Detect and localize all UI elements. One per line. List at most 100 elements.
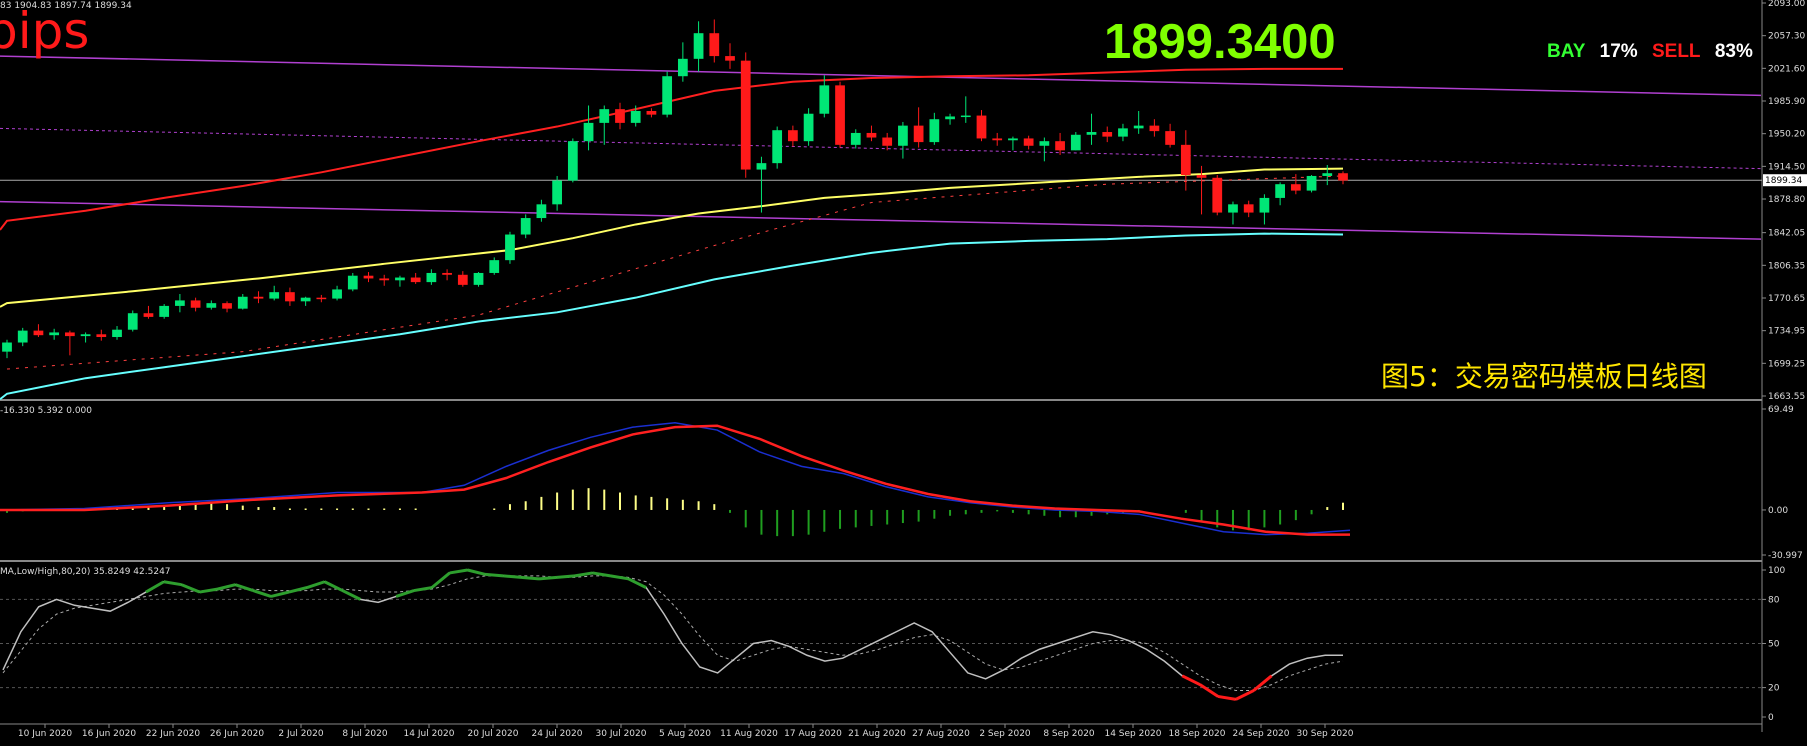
time-tick-label: 17 Aug 2020	[784, 729, 842, 739]
time-tick-label: 18 Sep 2020	[1168, 729, 1225, 739]
stoch-tick-label: 80	[1768, 595, 1780, 605]
candle-body	[850, 132, 861, 145]
macd-tick-label: -30.997	[1768, 551, 1803, 561]
candle-body	[347, 275, 358, 290]
candle-body	[1290, 184, 1301, 191]
candle-body	[1165, 131, 1175, 145]
stoch-tick-label: 50	[1768, 640, 1780, 650]
price-tick-label: 1734.95	[1768, 327, 1805, 337]
candle-body	[442, 272, 452, 275]
candle-body	[2, 342, 12, 352]
time-tick-label: 8 Sep 2020	[1043, 729, 1095, 739]
last-price-tag-label: 1899.34	[1765, 176, 1802, 186]
candle-body	[410, 277, 421, 283]
candle-body	[1055, 141, 1065, 151]
candle-body	[960, 115, 971, 118]
candle-body	[159, 305, 170, 317]
candle-body	[96, 334, 107, 338]
candle-body	[740, 60, 751, 170]
time-tick-label: 14 Sep 2020	[1104, 729, 1161, 739]
time-tick-label: 30 Jul 2020	[596, 729, 647, 739]
price-tick-label: 1878.80	[1768, 195, 1805, 205]
candle-body	[316, 297, 327, 300]
candle-body	[646, 110, 657, 115]
candle-body	[615, 109, 625, 123]
candle-body	[945, 116, 955, 120]
candle-body	[693, 33, 704, 59]
time-tick-label: 20 Jul 2020	[468, 729, 519, 739]
stoch-tick-label: 0	[1768, 713, 1774, 723]
macd-tick-label: 69.49	[1768, 405, 1794, 415]
stoch-zone-segment	[503, 574, 522, 579]
price-tick-label: 1914.50	[1768, 162, 1805, 172]
time-tick-label: 16 Jun 2020	[82, 729, 136, 739]
time-tick-label: 11 Aug 2020	[720, 729, 778, 739]
candle-body	[1306, 175, 1317, 191]
candle-body	[1086, 132, 1097, 135]
candle-body	[1259, 197, 1270, 213]
candle-body	[630, 110, 641, 123]
stoch-zone-segment	[485, 572, 504, 578]
time-tick-label: 10 Jun 2020	[18, 729, 72, 739]
candle-body	[300, 297, 311, 302]
candle-body	[835, 85, 845, 145]
candle-body	[725, 56, 735, 61]
candle-body	[1322, 173, 1333, 176]
time-tick-label: 27 Aug 2020	[912, 729, 970, 739]
candle-body	[332, 289, 342, 299]
candle-body	[1133, 125, 1144, 129]
stoch-tick-label: 100	[1768, 566, 1785, 576]
candle-body	[457, 274, 468, 285]
candle-body	[253, 296, 264, 299]
figure-caption: 图5：交易密码模板日线图	[1381, 360, 1707, 393]
candle-body	[175, 300, 185, 306]
time-tick-label: 24 Jul 2020	[532, 729, 583, 739]
candle-body	[567, 141, 578, 181]
time-tick-label: 8 Jul 2020	[342, 729, 387, 739]
candle-body	[976, 115, 987, 139]
stoch-zone-segment	[538, 575, 557, 581]
candle-body	[127, 313, 138, 330]
candle-body	[882, 137, 893, 146]
time-tick-label: 2 Sep 2020	[979, 729, 1031, 739]
candle-body	[1008, 138, 1018, 141]
candle-body	[1039, 141, 1050, 146]
candle-body	[1023, 138, 1034, 146]
time-tick-label: 24 Sep 2020	[1232, 729, 1289, 739]
candle-body	[395, 277, 405, 281]
stoch-zone-segment	[521, 575, 540, 581]
candle-body	[1118, 128, 1128, 137]
candle-body	[803, 113, 814, 142]
candle-body	[222, 303, 232, 309]
macd-readout: -16.330 5.392 0.000	[0, 406, 92, 416]
candle-body	[143, 313, 154, 317]
candle-body	[1102, 132, 1113, 137]
price-tick-label: 1950.20	[1768, 130, 1805, 140]
candle-body	[819, 85, 830, 114]
price-tick-label: 2057.30	[1768, 32, 1805, 42]
price-tick-label: 1699.25	[1768, 359, 1805, 369]
candle-body	[913, 125, 924, 143]
candle-body	[709, 33, 720, 57]
time-tick-label: 5 Aug 2020	[659, 729, 711, 739]
time-tick-label: 22 Jun 2020	[146, 729, 200, 739]
sentiment-panel: BAY 17% SELL 83%	[1547, 41, 1762, 63]
price-tick-label: 1985.90	[1768, 97, 1805, 107]
candle-body	[1228, 204, 1238, 213]
candle-body	[489, 260, 500, 273]
candle-body	[49, 332, 60, 336]
time-tick-label: 2 Jul 2020	[278, 729, 323, 739]
candle-body	[80, 334, 91, 337]
candle-body	[599, 109, 610, 123]
time-tick-label: 26 Jun 2020	[210, 729, 264, 739]
stoch-zone-segment	[556, 574, 575, 579]
candle-body	[1275, 184, 1286, 198]
candle-body	[583, 122, 594, 142]
stoch-tick-label: 20	[1768, 684, 1780, 694]
bay-percent: 17%	[1599, 41, 1638, 62]
candle-body	[992, 138, 1003, 141]
macd-tick-label: 0.00	[1768, 506, 1788, 516]
bay-label: BAY	[1547, 41, 1586, 62]
time-tick-label: 21 Aug 2020	[848, 729, 906, 739]
price-tick-label: 1663.55	[1768, 392, 1805, 402]
